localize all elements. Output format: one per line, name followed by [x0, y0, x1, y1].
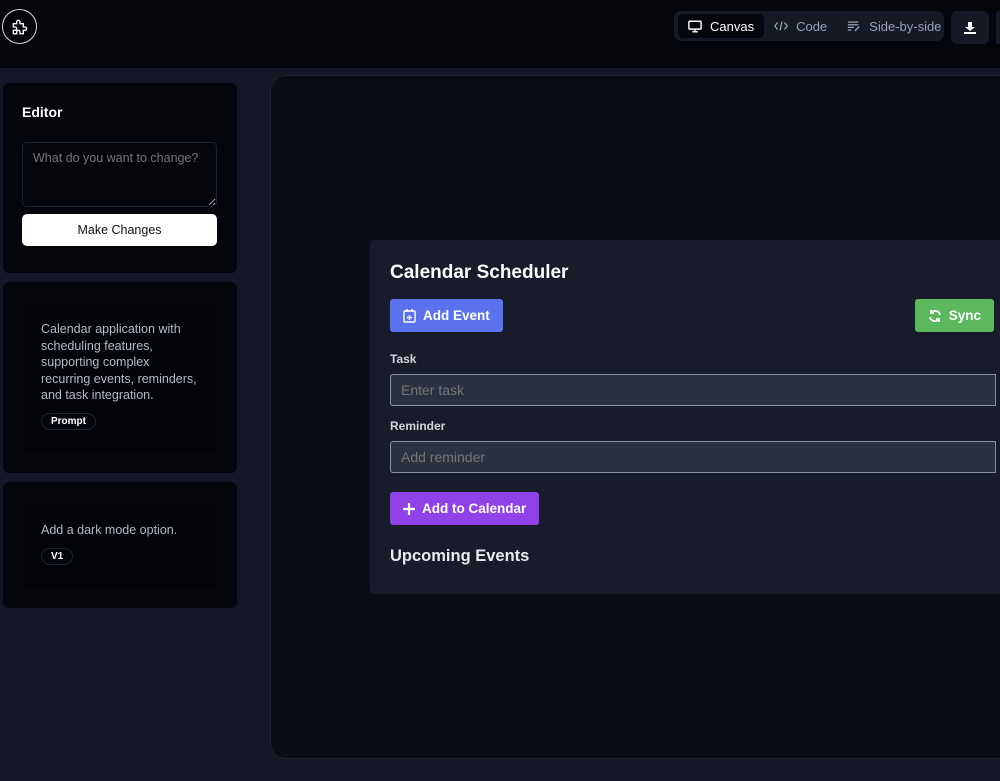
reminder-input[interactable] [390, 441, 996, 473]
add-event-label: Add Event [423, 308, 490, 323]
add-event-button[interactable]: Add Event [390, 299, 503, 332]
history-item[interactable]: Add a dark mode option. V1 [3, 482, 237, 608]
plus-icon [403, 502, 415, 515]
sync-icon [928, 309, 941, 322]
top-bar: Canvas Code Side-by-side [0, 0, 1000, 68]
tab-label: Code [796, 18, 828, 34]
sync-label: Sync [948, 308, 981, 323]
app-title: Calendar Scheduler [390, 262, 569, 283]
editor-title: Editor [22, 104, 63, 120]
upcoming-events-heading: Upcoming Events [390, 547, 530, 565]
history-item[interactable]: Calendar application with scheduling fea… [3, 282, 237, 473]
tab-label: Canvas [710, 18, 755, 34]
sync-button[interactable]: Sync [914, 299, 994, 332]
monitor-icon [688, 20, 702, 32]
tab-side-by-side[interactable]: Side-by-side [837, 14, 951, 38]
calendar-plus-icon [403, 308, 416, 323]
tab-code[interactable]: Code [764, 14, 837, 38]
download-icon [964, 21, 976, 34]
reminder-label: Reminder [390, 419, 446, 433]
add-to-calendar-button[interactable]: Add to Calendar [390, 492, 540, 525]
code-icon [774, 21, 789, 31]
add-to-calendar-label: Add to Calendar [422, 501, 527, 516]
history-text: Calendar application with scheduling fea… [41, 322, 197, 402]
editor-panel: Editor Make Changes [3, 83, 237, 273]
menu-button[interactable] [996, 11, 1000, 44]
task-input[interactable] [390, 374, 996, 406]
history-item-body: Add a dark mode option. V1 [22, 502, 218, 589]
prompt-badge: Prompt [41, 412, 96, 430]
history-text: Add a dark mode option. [41, 523, 178, 537]
make-changes-button[interactable]: Make Changes [22, 214, 217, 246]
version-badge: V1 [41, 547, 74, 565]
puzzle-icon[interactable] [2, 9, 37, 44]
tab-label: Side-by-side [869, 18, 942, 34]
side-by-side-icon [848, 20, 860, 31]
history-item-body: Calendar application with scheduling fea… [22, 302, 218, 452]
calendar-app: Calendar Scheduler Add Event Sync Task R… [370, 240, 1000, 594]
change-request-input[interactable] [22, 142, 217, 207]
view-tabs: Canvas Code Side-by-side [674, 11, 944, 41]
download-button[interactable] [951, 11, 989, 44]
tab-canvas[interactable]: Canvas [678, 14, 765, 38]
task-label: Task [390, 352, 417, 366]
